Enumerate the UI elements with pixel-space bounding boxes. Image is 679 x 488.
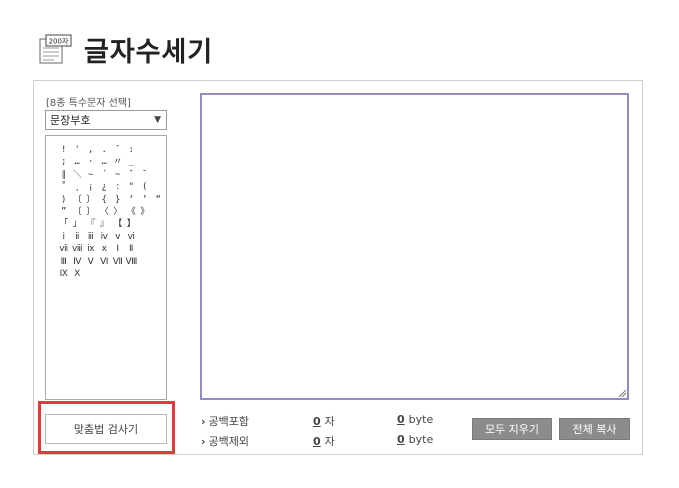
special-char[interactable]: ː bbox=[112, 181, 124, 193]
special-char[interactable]: 」 bbox=[72, 218, 84, 230]
special-char[interactable]: Ⅵ bbox=[99, 256, 111, 268]
special-char[interactable]: Ⅴ bbox=[85, 256, 97, 268]
special-char[interactable]: Ⅷ bbox=[126, 256, 138, 268]
char-row: 「」『』【】 bbox=[58, 218, 166, 230]
special-char[interactable]: ~ bbox=[112, 169, 124, 181]
special-char[interactable]: Ⅲ bbox=[58, 256, 70, 268]
char-row: ⅨⅩ bbox=[58, 268, 166, 280]
special-char[interactable]: ’ bbox=[139, 194, 151, 206]
special-char[interactable]: ⅱ bbox=[72, 231, 84, 243]
special-char[interactable]: 〈 bbox=[99, 206, 111, 218]
stat-without-spaces-bytes: 0 byte bbox=[397, 433, 434, 446]
special-char[interactable]: … bbox=[99, 156, 111, 168]
dropdown-arrow-icon: ▼ bbox=[154, 115, 161, 125]
special-char[interactable]: 〔 bbox=[72, 194, 84, 206]
char-row: ! ',. ¯: bbox=[58, 144, 166, 156]
special-char[interactable]: ˇ bbox=[126, 169, 138, 181]
special-chars-list: ! ',. ¯:;… ·… 〃 _ ∥ ＼ ∼ ´ ~ ˇ ˘ ˚ ¸ ¡ ¿ ː "() 〔〕{} ‘’ “” 〔〕〈〉《… bbox=[45, 135, 167, 400]
stat-with-spaces-bytes: 0 byte bbox=[397, 413, 434, 426]
special-char[interactable]: Ⅶ bbox=[112, 256, 124, 268]
stat-without-spaces-label: › 공백제외 bbox=[201, 435, 250, 448]
special-char[interactable]: ! bbox=[58, 144, 70, 156]
special-char[interactable]: ⅸ bbox=[85, 243, 97, 255]
special-char[interactable]: · bbox=[85, 156, 97, 168]
special-char[interactable]: ⅲ bbox=[85, 231, 97, 243]
special-char[interactable]: ∼ bbox=[85, 169, 97, 181]
special-char[interactable]: ⅷ bbox=[72, 243, 84, 255]
special-char[interactable]: ∥ bbox=[58, 169, 70, 181]
stat-with-spaces-label: › 공백포함 bbox=[201, 415, 250, 428]
special-char[interactable]: 〃 bbox=[112, 156, 124, 168]
special-char[interactable]: : bbox=[126, 144, 138, 156]
special-char[interactable]: ¿ bbox=[99, 181, 111, 193]
special-char[interactable]: ¯ bbox=[112, 144, 124, 156]
special-char[interactable]: 《 bbox=[126, 206, 138, 218]
special-char[interactable]: 【 bbox=[112, 218, 124, 230]
special-char[interactable]: { bbox=[99, 194, 111, 206]
stat-with-spaces-chars: 0자 bbox=[313, 415, 335, 428]
special-char[interactable]: ( bbox=[139, 181, 151, 193]
special-char[interactable]: Ⅰ bbox=[112, 243, 124, 255]
char-category-select[interactable]: 문장부호 ▼ bbox=[45, 110, 167, 130]
special-char[interactable]: Ⅱ bbox=[126, 243, 138, 255]
caret-icon: › bbox=[201, 415, 206, 428]
copy-all-button[interactable]: 전체 복사 bbox=[559, 418, 630, 440]
char-row: ∥ ＼ ∼ ´ ~ ˇ ˘ bbox=[58, 169, 166, 181]
char-row: ⅶⅷⅸⅹⅠⅡ bbox=[58, 243, 166, 255]
caret-icon: › bbox=[201, 435, 206, 448]
char-row: ˚ ¸ ¡ ¿ ː "( bbox=[58, 181, 166, 193]
special-char[interactable]: ⅳ bbox=[99, 231, 111, 243]
char-row: ” 〔〕〈〉《》 bbox=[58, 206, 166, 218]
special-char[interactable]: _ bbox=[126, 156, 138, 168]
special-char[interactable]: Ⅳ bbox=[72, 256, 84, 268]
special-char[interactable]: ¸ bbox=[72, 181, 84, 193]
spell-check-button[interactable]: 맞춤법 검사기 bbox=[45, 414, 167, 444]
special-char[interactable]: ¡ bbox=[85, 181, 97, 193]
special-char[interactable]: ˘ bbox=[139, 169, 151, 181]
special-char[interactable]: . bbox=[99, 144, 111, 156]
special-char[interactable]: 〔 bbox=[72, 206, 84, 218]
special-char[interactable]: 〕 bbox=[85, 206, 97, 218]
special-char[interactable]: Ⅸ bbox=[58, 268, 70, 280]
char-row: ⅰⅱⅲⅳⅴⅵ bbox=[58, 231, 166, 243]
char-row: ⅢⅣⅤⅥⅦⅧ bbox=[58, 256, 166, 268]
special-char[interactable]: ” bbox=[58, 206, 70, 218]
special-char[interactable]: 》 bbox=[139, 206, 151, 218]
document-icon: 200자 bbox=[39, 34, 72, 64]
stat-without-spaces-chars: 0자 bbox=[313, 435, 335, 448]
special-char[interactable]: ⅰ bbox=[58, 231, 70, 243]
char-row: ) 〔〕{} ‘’ “ bbox=[58, 194, 166, 206]
special-char[interactable]: ˚ bbox=[58, 181, 70, 193]
special-char[interactable]: } bbox=[112, 194, 124, 206]
special-char[interactable]: ⅴ bbox=[112, 231, 124, 243]
special-char[interactable]: ; bbox=[58, 156, 70, 168]
special-char[interactable]: ‘ bbox=[126, 194, 138, 206]
special-char[interactable]: ⅹ bbox=[99, 243, 111, 255]
special-char[interactable]: 「 bbox=[58, 218, 70, 230]
special-char[interactable]: 〕 bbox=[85, 194, 97, 206]
special-char[interactable]: 〉 bbox=[112, 206, 124, 218]
special-char[interactable]: , bbox=[85, 144, 97, 156]
page-title: 글자수세기 bbox=[84, 37, 214, 68]
special-char[interactable]: ) bbox=[58, 194, 70, 206]
text-input[interactable] bbox=[200, 93, 629, 400]
char-category-value: 문장부호 bbox=[50, 114, 91, 127]
special-char[interactable]: " bbox=[126, 181, 138, 193]
special-char[interactable]: ⅵ bbox=[126, 231, 138, 243]
special-char[interactable]: ' bbox=[72, 144, 84, 156]
special-char[interactable]: 『 bbox=[85, 218, 97, 230]
special-chars-label: [8종 특수문자 선택] bbox=[46, 98, 131, 109]
char-row: ;… ·… 〃 _ bbox=[58, 156, 166, 168]
special-char[interactable]: ⅶ bbox=[58, 243, 70, 255]
special-char[interactable]: ＼ bbox=[72, 169, 84, 181]
special-char[interactable]: ´ bbox=[99, 169, 111, 181]
special-char[interactable]: 』 bbox=[99, 218, 111, 230]
clear-all-button[interactable]: 모두 지우기 bbox=[472, 418, 552, 440]
title-icon-badge: 200자 bbox=[49, 37, 69, 46]
special-char[interactable]: “ bbox=[153, 194, 165, 206]
special-char[interactable]: Ⅹ bbox=[72, 268, 84, 280]
special-char[interactable]: … bbox=[72, 156, 84, 168]
special-char[interactable]: 】 bbox=[126, 218, 138, 230]
